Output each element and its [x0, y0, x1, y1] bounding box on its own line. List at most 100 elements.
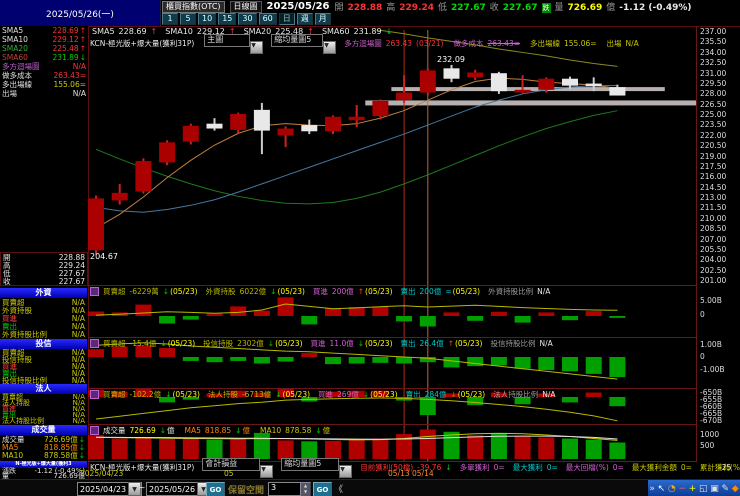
text-span: ↓ [362, 390, 370, 399]
reserve-space-input[interactable]: 3 [268, 482, 302, 496]
text-span: 外資持股比例 [488, 287, 534, 296]
chart-type-chip[interactable]: 日線圖 [229, 0, 262, 13]
sidebar-row: 收 227.67 [1, 277, 87, 286]
sidebar-row: 外資持股比例 N/A [0, 329, 87, 339]
price-tick: 234.00 [700, 47, 727, 57]
price-tick: 219.00 [700, 151, 727, 161]
grid-icon[interactable]: ▣ [710, 484, 719, 494]
text-span: 228.88 [347, 3, 383, 13]
main-chart-dropdown-value[interactable]: 主圖 [204, 33, 251, 47]
period-button-60[interactable]: 60 [258, 13, 277, 25]
text-span: 263.43= [487, 39, 521, 48]
avg-volume-dropdown-2[interactable]: 縮均量圖5▼ [281, 457, 353, 478]
text-span: 2302億 [237, 339, 264, 348]
row-value: 228.69↑ [52, 26, 86, 35]
cursor-icon[interactable]: ↖ [658, 484, 666, 494]
bottom-control-bar: 2025/04/23 ▼ ~ 2025/05/26 ▼ GO 保留空間 3 ▲ ▼ … [0, 479, 740, 496]
text-span: 200億 [331, 287, 354, 296]
period-button-1[interactable]: 1 [162, 13, 178, 25]
zoom-out-icon[interactable]: − [678, 484, 686, 494]
text-span: = [445, 287, 452, 296]
text-span: 227.67 [502, 3, 538, 13]
alert-icon[interactable]: ◆ [732, 484, 739, 494]
sidebar-row: 出場 N/A [0, 89, 88, 98]
price-tick: 220.50 [700, 141, 727, 151]
strategy-name: KCN-極光版+爆大量(獲利31P) [90, 39, 195, 48]
text-span: ↓ [235, 426, 242, 435]
text-span: 買賣超 [103, 390, 126, 399]
reserve-spinner[interactable]: ▲ ▼ [300, 482, 311, 496]
go-button-2[interactable]: GO [313, 482, 332, 496]
text-span: 低 [438, 3, 448, 13]
text-span: 成交量 [103, 426, 126, 435]
chevron-down-icon[interactable]: ▼ [323, 40, 337, 54]
row-label: SMA10 [2, 35, 28, 44]
text-span: 賣出 [400, 339, 416, 348]
row-label: 外資持股比例 [2, 329, 47, 339]
title-row: 櫃買指數(OTC) 日線圖 2025/05/26 開 228.88 高 229.24 低… [162, 0, 740, 13]
end-date-value[interactable]: 2025/05/26 [147, 485, 197, 494]
chevron-down-icon[interactable]: ▼ [339, 464, 353, 478]
main-chart-dropdown[interactable]: 主圖▼ [204, 33, 264, 54]
period-button-5[interactable]: 5 [180, 13, 196, 25]
period-button-月[interactable]: 月 [314, 13, 331, 25]
period-button-15[interactable]: 15 [218, 13, 237, 25]
start-date-input[interactable]: 2025/04/23 ▼ [77, 482, 142, 496]
draw-icon[interactable]: ✎ [721, 484, 729, 494]
text-span: (05/23) [172, 390, 200, 399]
text-span: 26.4億 [419, 339, 444, 348]
text-span: ↓ [385, 27, 393, 36]
accounting-dropdown[interactable]: 會計損益▼ [202, 457, 274, 478]
text-span: 284億 [424, 390, 447, 399]
expand-icon[interactable]: » [649, 484, 655, 494]
collapse-icon[interactable]: 《 [334, 482, 343, 495]
text-span: 多出場線 [530, 39, 561, 48]
end-date-input[interactable]: 2025/05/26 ▼ [146, 482, 211, 496]
instrument-chip[interactable]: 櫃買指數(OTC) [162, 0, 225, 13]
price-tick: 228.00 [700, 89, 727, 99]
row-label: SMA20 [2, 44, 28, 53]
toolbar-icons: » ↖ ◔ − + ◱ ▣ ✎ ◆ [648, 480, 740, 496]
avg-volume-dropdown-2-value[interactable]: 縮均量圖5 [281, 457, 340, 471]
price-tick: 223.50 [700, 120, 727, 130]
panel-icon [90, 339, 99, 348]
panel-axis-tick: 5.00B [700, 296, 722, 305]
period-button-週[interactable]: 週 [296, 13, 313, 25]
sidebar-ohlc-box: 開 228.88 高 229.24 低 227.67 收 227.67 [0, 252, 88, 286]
window-icon[interactable]: ◱ [699, 484, 708, 494]
chevron-down-icon[interactable]: ▼ [250, 40, 264, 54]
text-span: ↓ [315, 426, 322, 435]
zoom-in-icon[interactable]: + [689, 484, 697, 494]
go-button[interactable]: GO [206, 482, 225, 496]
price-tick: 205.50 [700, 244, 727, 254]
trough-price-label: 204.67 [90, 252, 118, 261]
start-date-value[interactable]: 2025/04/23 [78, 485, 128, 494]
date-tick: 05/13 [388, 469, 410, 478]
price-tick: 214.50 [700, 182, 727, 192]
text-span: 多單獲利 [459, 463, 490, 472]
period-button-10[interactable]: 10 [198, 13, 217, 25]
text-span: 0= [493, 463, 505, 472]
row-value: 263.43= [53, 71, 86, 80]
row-value: 155.06= [53, 80, 86, 89]
row-label: SMA5 [2, 26, 24, 35]
text-span: 跌 [541, 3, 551, 13]
price-tick: 211.50 [700, 203, 727, 213]
price-tick: 222.00 [700, 130, 727, 140]
avg-volume-dropdown-value[interactable]: 縮均量圖5 [271, 33, 324, 47]
peak-price-label: 232.09 [437, 55, 465, 64]
text-span: ↓ [160, 339, 167, 348]
text-span: N/A [537, 287, 551, 296]
chevron-down-icon[interactable]: ▼ [260, 464, 274, 478]
period-button-日[interactable]: 日 [278, 13, 295, 25]
chart-control-row: KCN-極光版+爆大量(獲利31P) 主圖▼ 縮均量圖5▼ 多方迴場圖 263.4… [90, 33, 643, 54]
text-span: 法人持股 [207, 390, 238, 399]
clock-icon[interactable]: ◔ [668, 484, 676, 494]
sidebar-row: MA10 878.58億↓ [0, 451, 87, 460]
panel-axis-tick: -670B [700, 416, 723, 425]
period-button-30[interactable]: 30 [238, 13, 257, 25]
panel-axis-tick: 0 [700, 352, 705, 361]
avg-volume-dropdown[interactable]: 縮均量圖5▼ [271, 33, 337, 54]
sidebar-row: 法人持股比例 N/A [0, 417, 87, 425]
spinner-down-icon[interactable]: ▼ [301, 489, 310, 495]
